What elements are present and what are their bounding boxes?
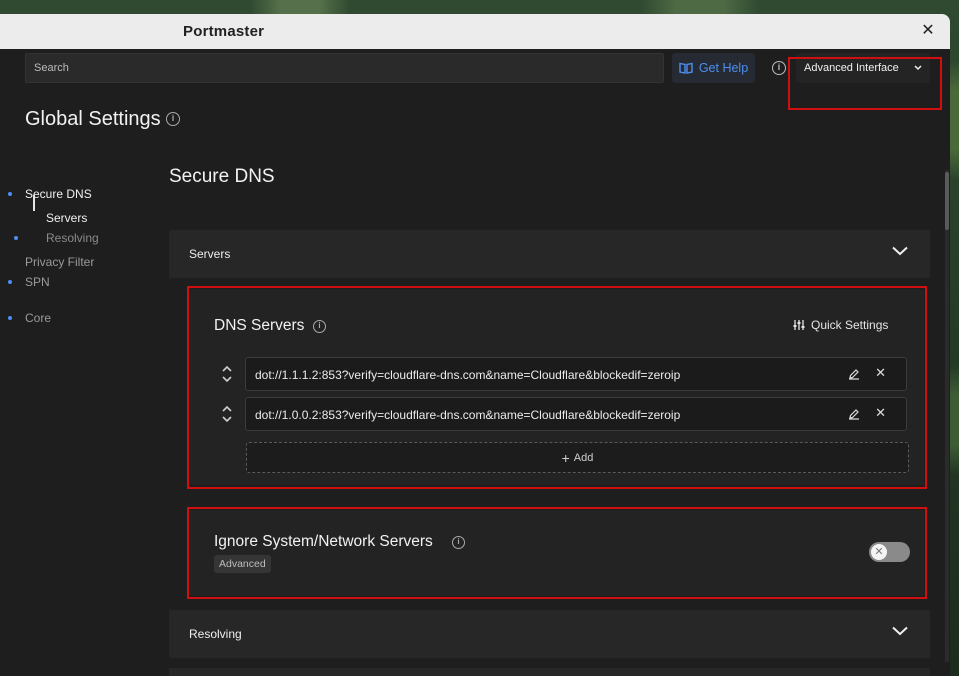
sidebar-item-core[interactable]: Core <box>25 311 51 325</box>
dns-server-row[interactable]: dot://1.1.1.2:853?verify=cloudflare-dns.… <box>245 357 907 391</box>
page-title: Global Settings <box>25 108 161 130</box>
accordion-label: Resolving <box>189 627 242 641</box>
sidebar-item-secure-dns[interactable]: Secure DNS <box>25 187 92 201</box>
nav-dot <box>14 236 18 240</box>
dns-servers-info-icon[interactable]: i <box>313 320 326 333</box>
sidebar-item-privacy-filter[interactable]: Privacy Filter <box>25 255 94 269</box>
accordion-label: Servers <box>189 247 231 261</box>
chevron-down-icon <box>892 626 908 636</box>
nav-dot <box>8 192 12 196</box>
ignore-system-card <box>190 510 924 596</box>
sliders-icon <box>793 320 805 330</box>
titlebar: Portmaster ✕ <box>0 14 950 49</box>
search-input[interactable] <box>25 53 664 83</box>
info-icon[interactable]: i <box>772 61 786 75</box>
chevron-down-icon <box>914 65 922 71</box>
page-title-info-icon[interactable]: i <box>166 112 180 126</box>
window-title: Portmaster <box>183 23 265 40</box>
reorder-icon[interactable] <box>221 365 233 383</box>
chevron-down-icon <box>892 246 908 256</box>
accordion-resolving[interactable]: Resolving <box>169 610 930 658</box>
scrollbar-thumb[interactable] <box>945 172 949 230</box>
dns-server-row[interactable]: dot://1.0.0.2:853?verify=cloudflare-dns.… <box>245 397 907 431</box>
accordion-servers[interactable]: Servers <box>169 230 930 278</box>
ignore-system-toggle[interactable]: ✕ <box>869 542 910 562</box>
get-help-label: Get Help <box>698 61 749 75</box>
add-label: Add <box>573 451 594 464</box>
edit-icon[interactable] <box>848 368 860 380</box>
scrollbar-track[interactable] <box>945 170 949 662</box>
nav-dot <box>8 280 12 284</box>
close-icon[interactable]: ✕ <box>918 21 938 41</box>
sidebar-item-spn[interactable]: SPN <box>25 275 50 289</box>
next-card-edge <box>169 668 930 676</box>
remove-icon[interactable]: ✕ <box>875 405 886 421</box>
book-icon <box>679 62 693 74</box>
sidebar-item-resolving[interactable]: Resolving <box>46 231 99 245</box>
plus-icon: + <box>561 449 570 466</box>
edit-icon[interactable] <box>848 408 860 420</box>
quick-settings-label: Quick Settings <box>811 318 889 332</box>
nav-selection-bar <box>33 195 35 211</box>
ignore-system-title: Ignore System/Network Servers <box>214 533 433 550</box>
interface-mode-select[interactable]: Advanced Interface <box>796 53 930 83</box>
reorder-icon[interactable] <box>221 405 233 423</box>
get-help-button[interactable]: Get Help <box>672 53 755 83</box>
advanced-badge: Advanced <box>214 555 271 573</box>
ignore-system-info-icon[interactable]: i <box>452 536 465 549</box>
quick-settings-button[interactable]: Quick Settings <box>793 318 888 332</box>
toggle-off-icon: ✕ <box>871 544 887 560</box>
add-server-button[interactable]: + Add <box>246 442 909 473</box>
interface-mode-value: Advanced Interface <box>804 62 899 74</box>
section-title: Secure DNS <box>169 166 275 187</box>
dns-server-value: dot://1.0.0.2:853?verify=cloudflare-dns.… <box>255 408 681 422</box>
dns-server-value: dot://1.1.1.2:853?verify=cloudflare-dns.… <box>255 368 681 382</box>
nav-dot <box>8 316 12 320</box>
dns-servers-title: DNS Servers <box>214 317 305 334</box>
remove-icon[interactable]: ✕ <box>875 365 886 381</box>
sidebar-item-servers[interactable]: Servers <box>46 211 87 225</box>
